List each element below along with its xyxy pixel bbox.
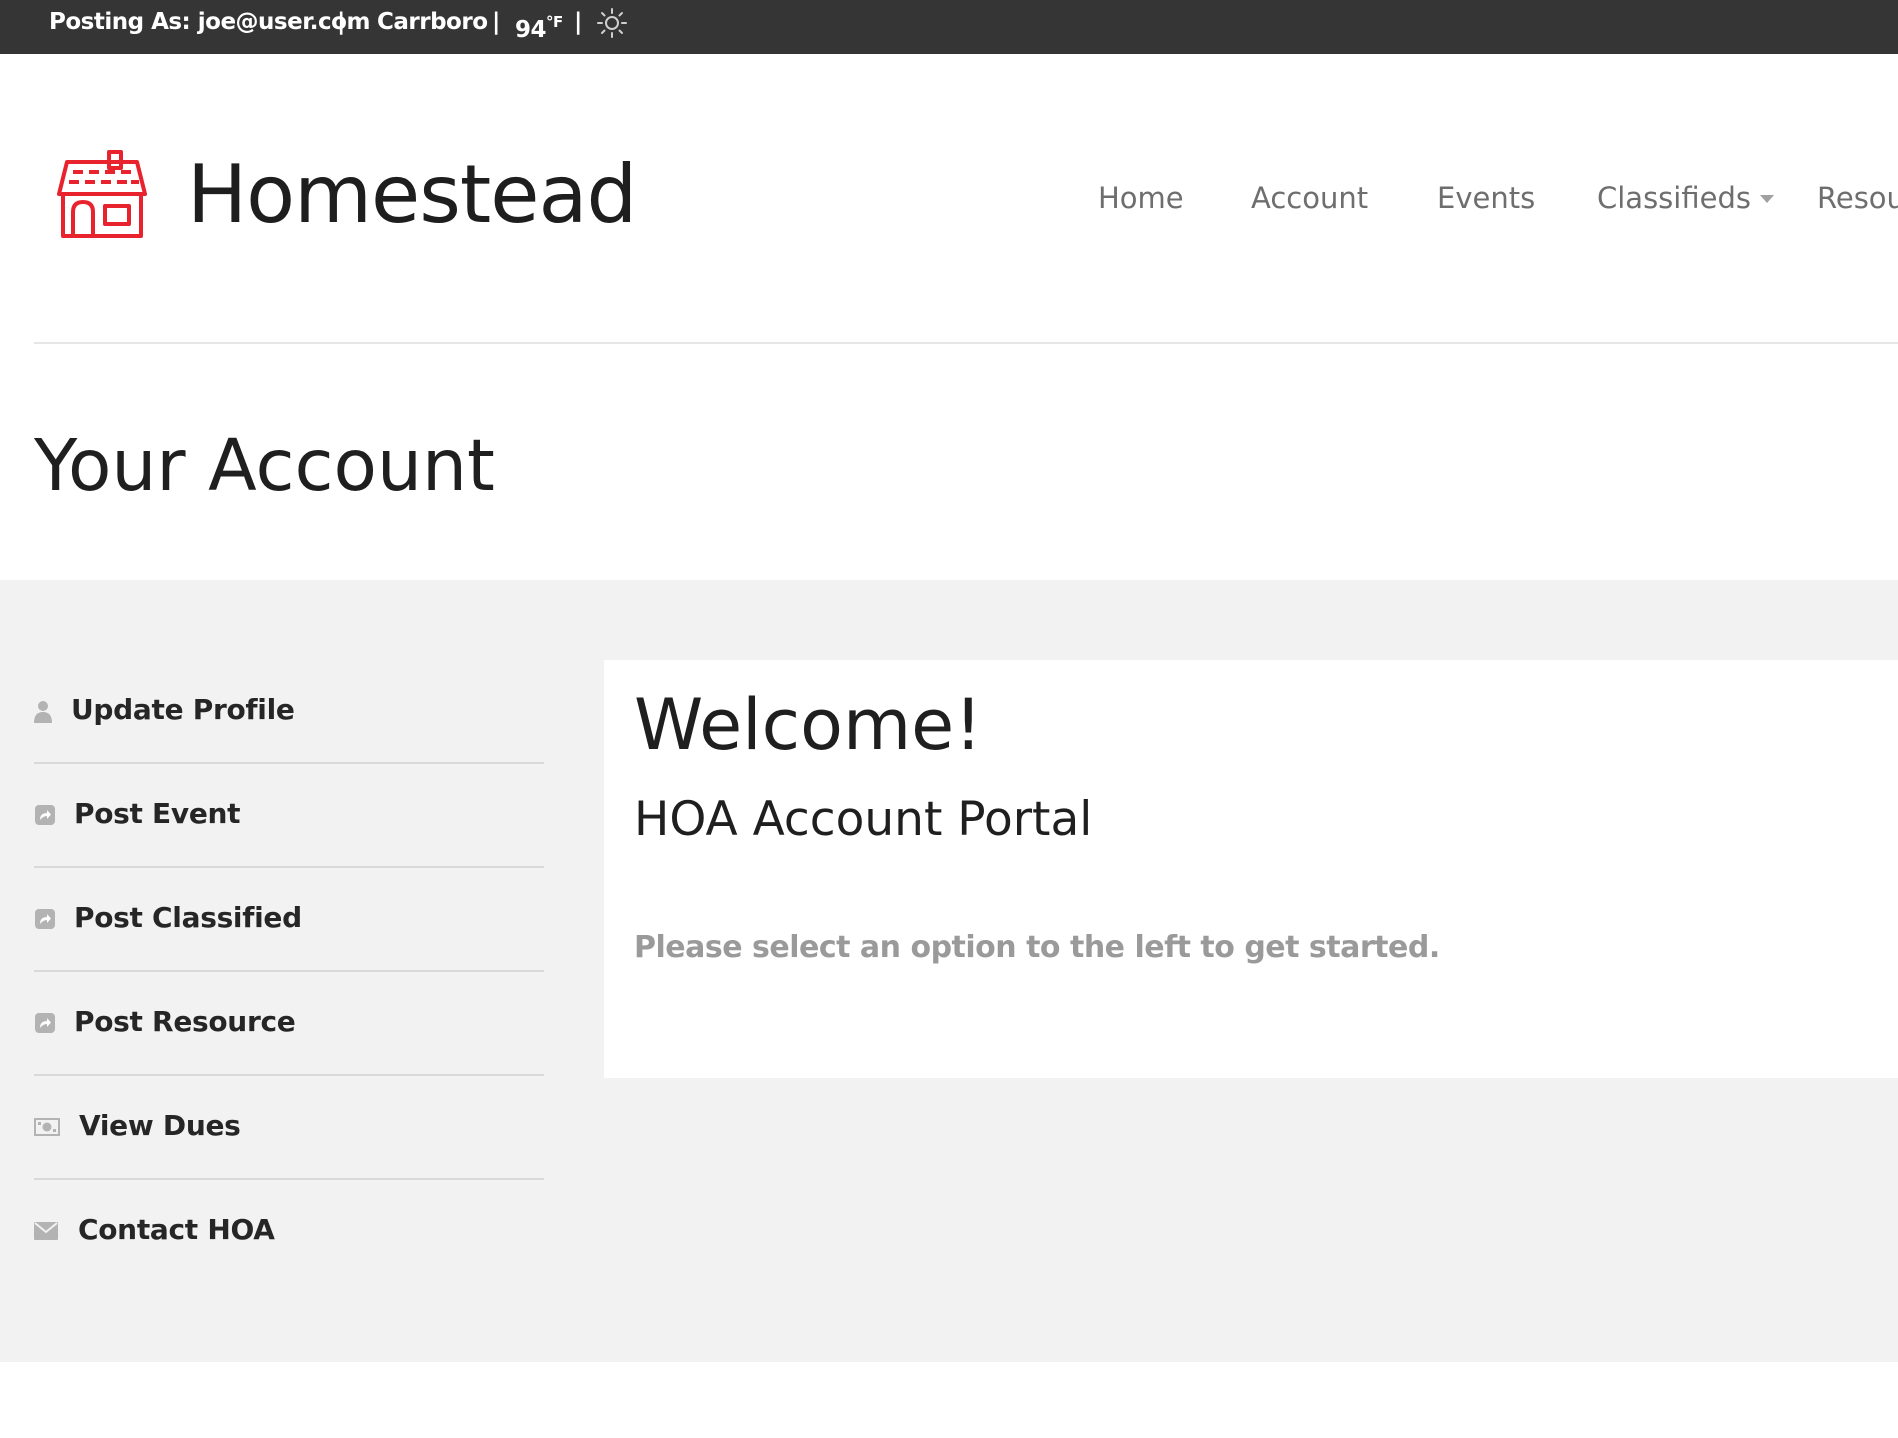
share-icon xyxy=(35,805,55,825)
sidebar-divider xyxy=(34,762,544,764)
temperature-unit: °F xyxy=(546,13,563,31)
share-icon xyxy=(35,909,55,929)
share-icon xyxy=(35,1013,55,1033)
sidebar-item-label: Update Profile xyxy=(71,693,295,726)
house-icon[interactable] xyxy=(55,148,149,240)
topbar-separator: | xyxy=(337,9,345,35)
sidebar-item-label: Contact HOA xyxy=(78,1213,275,1246)
sidebar-item-label: Post Event xyxy=(74,797,241,830)
sun-icon xyxy=(597,8,627,38)
city-name: Carrboro xyxy=(377,9,488,35)
sidebar-item-update-profile[interactable]: Update Profile xyxy=(34,690,544,794)
sidebar-divider xyxy=(34,1074,544,1076)
nav-resources[interactable]: Resou xyxy=(1817,176,1898,220)
top-info-bar: Posting As: joe@user.com | Carrboro | 94… xyxy=(0,0,1898,54)
sidebar-item-label: View Dues xyxy=(79,1109,241,1142)
sidebar-item-contact-hoa[interactable]: Contact HOA xyxy=(34,1210,544,1314)
welcome-panel: Welcome! HOA Account Portal Please selec… xyxy=(604,660,1898,1078)
nav-classifieds[interactable]: Classifieds xyxy=(1597,176,1751,220)
chevron-down-icon[interactable] xyxy=(1759,194,1775,204)
temperature: 94°F xyxy=(515,0,563,52)
sidebar-item-label: Post Classified xyxy=(74,901,302,934)
sidebar-divider xyxy=(34,1178,544,1180)
sidebar-divider xyxy=(34,970,544,972)
sidebar-item-post-event[interactable]: Post Event xyxy=(34,794,544,898)
brand-name[interactable]: Homestead xyxy=(187,148,637,242)
header-divider xyxy=(34,342,1898,344)
sidebar-item-post-classified[interactable]: Post Classified xyxy=(34,898,544,1002)
nav-account[interactable]: Account xyxy=(1251,176,1368,220)
welcome-heading: Welcome! xyxy=(634,684,983,766)
topbar-separator: | xyxy=(492,9,500,35)
sidebar-divider xyxy=(34,866,544,868)
instruction-text: Please select an option to the left to g… xyxy=(634,930,1440,965)
posting-as-text: Posting As: joe@user.com xyxy=(49,9,370,35)
money-icon xyxy=(34,1118,60,1136)
sidebar-item-label: Post Resource xyxy=(74,1005,296,1038)
portal-subtitle: HOA Account Portal xyxy=(634,792,1093,847)
user-icon xyxy=(34,701,52,723)
nav-events[interactable]: Events xyxy=(1437,176,1535,220)
sidebar-item-post-resource[interactable]: Post Resource xyxy=(34,1002,544,1106)
temperature-value: 94 xyxy=(515,17,547,43)
sidebar-item-view-dues[interactable]: View Dues xyxy=(34,1106,544,1210)
envelope-icon xyxy=(34,1222,58,1240)
page-title: Your Account xyxy=(34,424,495,507)
nav-home[interactable]: Home xyxy=(1098,176,1184,220)
topbar-separator: | xyxy=(574,9,582,35)
